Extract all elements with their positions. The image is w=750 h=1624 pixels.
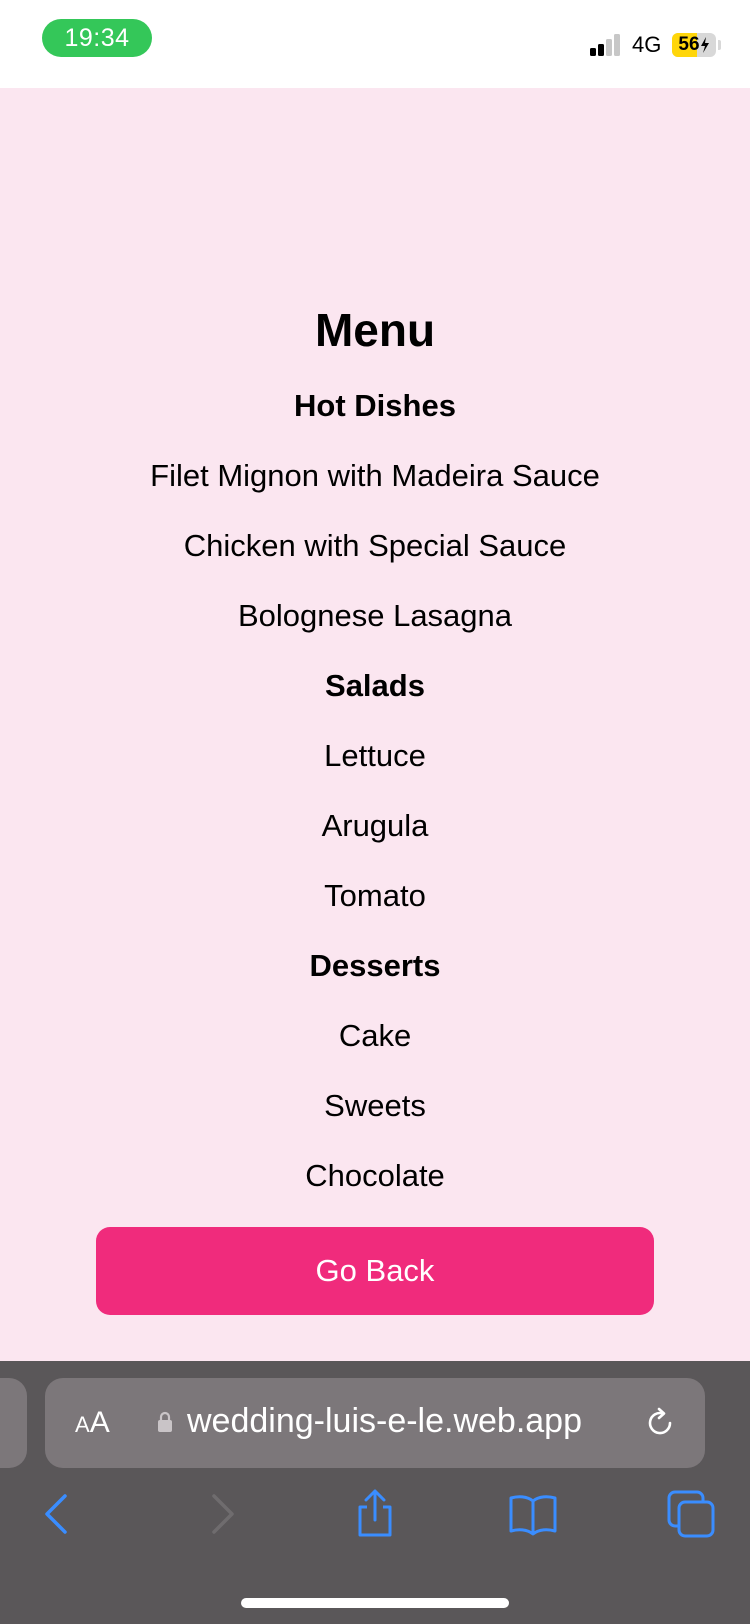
- bookmarks-icon[interactable]: [508, 1489, 558, 1539]
- go-back-button[interactable]: Go Back: [96, 1227, 654, 1315]
- battery-icon: 56: [672, 33, 716, 57]
- menu-item: Tomato: [324, 878, 426, 913]
- section-heading-hot-dishes: Hot Dishes: [294, 388, 456, 423]
- lock-icon: [158, 1411, 172, 1432]
- tabs-icon[interactable]: [666, 1489, 716, 1539]
- page-title: Menu: [314, 304, 436, 356]
- back-icon[interactable]: [33, 1489, 83, 1539]
- menu-item: Chocolate: [305, 1158, 445, 1193]
- section-heading-desserts: Desserts: [309, 948, 441, 983]
- menu-item: Sweets: [324, 1088, 426, 1123]
- battery-nub: [718, 40, 721, 50]
- status-bar: 19:34 4G 56: [0, 0, 750, 88]
- menu-item: Lettuce: [324, 738, 426, 773]
- share-icon[interactable]: [350, 1489, 400, 1539]
- menu-item: Chicken with Special Sauce: [183, 528, 567, 563]
- status-time: 19:34: [42, 19, 152, 57]
- reload-icon[interactable]: [643, 1406, 677, 1440]
- previous-tab-stub[interactable]: [0, 1378, 27, 1468]
- menu-page: Menu Hot Dishes Filet Mignon with Madeir…: [0, 88, 750, 1361]
- url-text[interactable]: wedding-luis-e-le.web.app: [187, 1402, 582, 1441]
- menu-item: Filet Mignon with Madeira Sauce: [150, 458, 600, 493]
- address-bar[interactable]: AA wedding-luis-e-le.web.app: [45, 1378, 705, 1468]
- menu-item: Arugula: [321, 808, 429, 843]
- network-type: 4G: [632, 32, 662, 57]
- browser-toolbar: AA wedding-luis-e-le.web.app: [0, 1361, 750, 1624]
- home-indicator: [241, 1598, 509, 1608]
- charging-bolt-icon: [700, 37, 709, 53]
- battery-percent: 56: [678, 34, 700, 55]
- forward-icon[interactable]: [196, 1489, 246, 1539]
- menu-item: Bolognese Lasagna: [237, 598, 513, 633]
- text-size-button[interactable]: AA: [75, 1406, 110, 1440]
- section-heading-salads: Salads: [325, 668, 425, 703]
- cellular-signal-icon: [590, 34, 626, 56]
- menu-item: Cake: [338, 1018, 412, 1053]
